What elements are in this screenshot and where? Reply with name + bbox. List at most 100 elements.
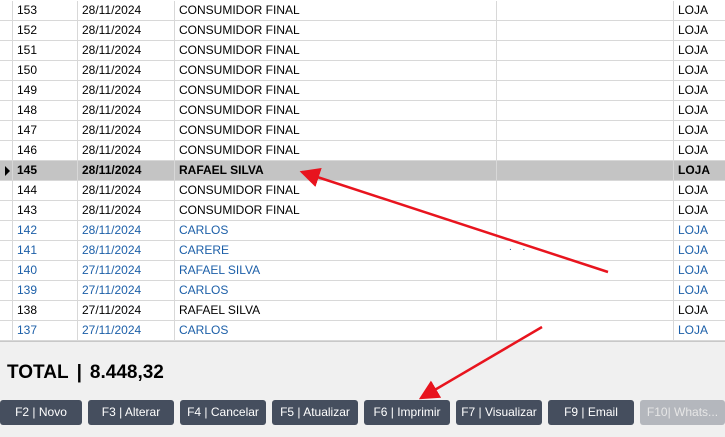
preview-button[interactable]: F7 | Visualizar xyxy=(456,400,542,425)
dots-mark: . . xyxy=(509,242,530,253)
total-value: 8.448,32 xyxy=(89,362,164,383)
row-indicator xyxy=(0,281,13,300)
row-indicator xyxy=(0,201,13,220)
cell-info xyxy=(497,121,674,140)
whatsapp-button: F10| Whats... xyxy=(640,400,725,425)
cell-id: 144 xyxy=(13,181,78,200)
current-row-pointer-icon xyxy=(5,166,10,176)
cell-info xyxy=(497,41,674,60)
row-indicator xyxy=(0,61,13,80)
cell-id: 140 xyxy=(13,261,78,280)
cell-id: 150 xyxy=(13,61,78,80)
cell-store: LOJA xyxy=(678,283,709,297)
cell-id: 138 xyxy=(13,301,78,320)
table-row[interactable]: 144 28/11/2024 CONSUMIDOR FINAL LOJA xyxy=(0,181,725,201)
table-row[interactable]: 138 27/11/2024 RAFAEL SILVA LOJA xyxy=(0,301,725,321)
edit-button[interactable]: F3 | Alterar xyxy=(88,400,174,425)
cell-customer: CONSUMIDOR FINAL xyxy=(175,181,497,200)
row-indicator xyxy=(0,241,13,260)
cell-customer: CARLOS xyxy=(175,221,497,240)
table-row[interactable]: 150 28/11/2024 CONSUMIDOR FINAL LOJA xyxy=(0,61,725,81)
cell-id: 153 xyxy=(13,1,78,20)
row-indicator xyxy=(0,161,13,180)
cell-store: LOJA xyxy=(678,203,709,217)
cell-customer: RAFAEL SILVA xyxy=(175,301,497,320)
cell-date: 28/11/2024 xyxy=(78,41,175,60)
cell-date: 28/11/2024 xyxy=(78,141,175,160)
cell-store: LOJA xyxy=(678,83,709,97)
cell-info xyxy=(497,221,674,240)
row-indicator xyxy=(0,1,13,20)
cell-customer: CARERE xyxy=(175,241,497,260)
cell-date: 28/11/2024 xyxy=(78,221,175,240)
cell-date: 28/11/2024 xyxy=(78,81,175,100)
cell-store: LOJA xyxy=(678,163,711,177)
cell-date: 27/11/2024 xyxy=(78,321,175,340)
cell-info xyxy=(497,261,674,280)
cell-id: 148 xyxy=(13,101,78,120)
cell-date: 28/11/2024 xyxy=(78,181,175,200)
total-summary: TOTAL | 8.448,32 xyxy=(7,362,164,384)
cell-date: 28/11/2024 xyxy=(78,101,175,120)
cell-date: 27/11/2024 xyxy=(78,281,175,300)
cell-date: 28/11/2024 xyxy=(78,21,175,40)
cell-info xyxy=(497,1,674,20)
cell-info xyxy=(497,181,674,200)
cell-date: 28/11/2024 xyxy=(78,121,175,140)
table-row[interactable]: 141 28/11/2024 CARERE . . LOJA xyxy=(0,241,725,261)
cell-info xyxy=(497,281,674,300)
cell-info xyxy=(497,301,674,320)
cell-store: LOJA xyxy=(678,123,709,137)
row-indicator xyxy=(0,141,13,160)
table-row[interactable]: 142 28/11/2024 CARLOS LOJA xyxy=(0,221,725,241)
row-indicator xyxy=(0,261,13,280)
cell-store: LOJA xyxy=(678,3,709,17)
cell-date: 27/11/2024 xyxy=(78,301,175,320)
cell-store: LOJA xyxy=(678,63,709,77)
cancel-button[interactable]: F4 | Cancelar xyxy=(180,400,266,425)
refresh-button[interactable]: F5 | Atualizar xyxy=(272,400,358,425)
cell-id: 141 xyxy=(13,241,78,260)
table-row[interactable]: 149 28/11/2024 CONSUMIDOR FINAL LOJA xyxy=(0,81,725,101)
cell-info xyxy=(497,101,674,120)
table-row[interactable]: 145 28/11/2024 RAFAEL SILVA LOJA xyxy=(0,161,725,181)
row-indicator xyxy=(0,121,13,140)
cell-customer: CONSUMIDOR FINAL xyxy=(175,201,497,220)
table-row[interactable]: 139 27/11/2024 CARLOS LOJA xyxy=(0,281,725,301)
table-row[interactable]: 148 28/11/2024 CONSUMIDOR FINAL LOJA xyxy=(0,101,725,121)
cell-date: 28/11/2024 xyxy=(78,161,175,180)
cell-id: 151 xyxy=(13,41,78,60)
cell-customer: CONSUMIDOR FINAL xyxy=(175,61,497,80)
cell-id: 142 xyxy=(13,221,78,240)
row-indicator xyxy=(0,21,13,40)
cell-info xyxy=(497,21,674,40)
cell-id: 152 xyxy=(13,21,78,40)
cell-customer: CONSUMIDOR FINAL xyxy=(175,41,497,60)
new-button[interactable]: F2 | Novo xyxy=(0,400,82,425)
cell-id: 139 xyxy=(13,281,78,300)
table-row[interactable]: 152 28/11/2024 CONSUMIDOR FINAL LOJA xyxy=(0,21,725,41)
table-row[interactable]: 137 27/11/2024 CARLOS LOJA xyxy=(0,321,725,341)
cell-customer: CARLOS xyxy=(175,281,497,300)
cell-customer: RAFAEL SILVA xyxy=(175,161,497,180)
row-indicator xyxy=(0,221,13,240)
cell-customer: RAFAEL SILVA xyxy=(175,261,497,280)
cell-info xyxy=(497,161,674,180)
cell-date: 27/11/2024 xyxy=(78,261,175,280)
sales-grid[interactable]: 153 28/11/2024 CONSUMIDOR FINAL LOJA 152 28/1… xyxy=(0,0,725,342)
total-label: TOTAL xyxy=(7,362,69,383)
table-row[interactable]: 151 28/11/2024 CONSUMIDOR FINAL LOJA xyxy=(0,41,725,61)
table-row[interactable]: 143 28/11/2024 CONSUMIDOR FINAL LOJA xyxy=(0,201,725,221)
print-button[interactable]: F6 | Imprimir xyxy=(364,400,450,425)
email-button[interactable]: F9 | Email xyxy=(548,400,634,425)
cell-info: . . xyxy=(497,241,674,260)
table-row[interactable]: 147 28/11/2024 CONSUMIDOR FINAL LOJA xyxy=(0,121,725,141)
table-row[interactable]: 140 27/11/2024 RAFAEL SILVA LOJA xyxy=(0,261,725,281)
table-row[interactable]: 146 28/11/2024 CONSUMIDOR FINAL LOJA xyxy=(0,141,725,161)
cell-customer: CONSUMIDOR FINAL xyxy=(175,1,497,20)
cell-info xyxy=(497,321,674,340)
table-row[interactable]: 153 28/11/2024 CONSUMIDOR FINAL LOJA xyxy=(0,1,725,21)
row-indicator xyxy=(0,301,13,320)
cell-store: LOJA xyxy=(678,143,709,157)
cell-info xyxy=(497,61,674,80)
